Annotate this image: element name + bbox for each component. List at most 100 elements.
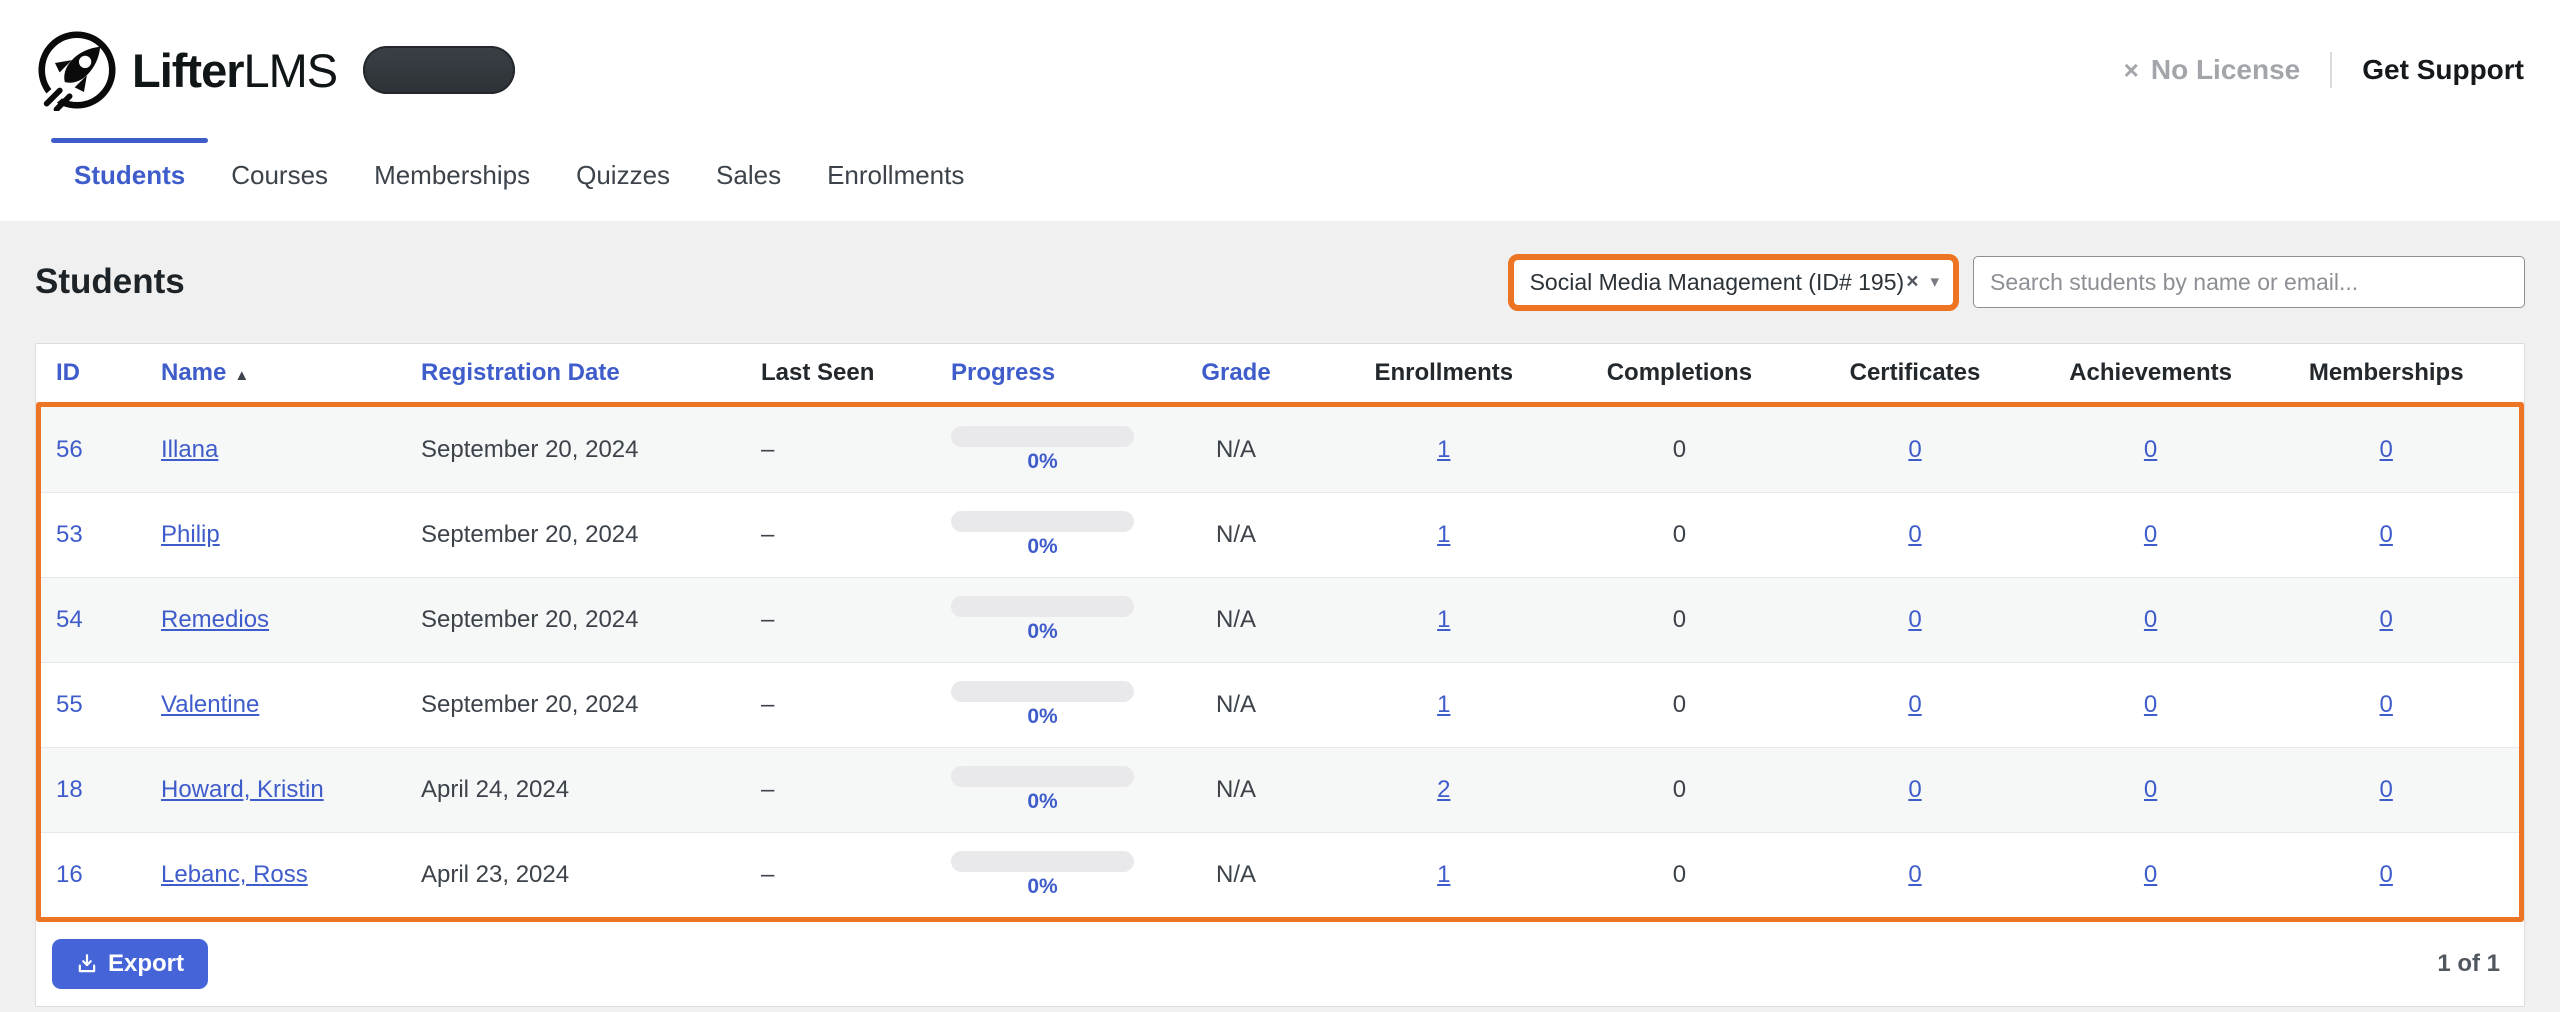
column-header-progress[interactable]: Progress (951, 359, 1146, 387)
enrollments-link[interactable]: 1 (1437, 861, 1450, 888)
column-header-id[interactable]: ID (56, 359, 161, 387)
last-seen-cell: – (761, 776, 951, 804)
certificates-link[interactable]: 0 (1908, 776, 1921, 803)
page-content: Students Social Media Management (ID# 19… (0, 251, 2560, 1007)
student-id-link[interactable]: 56 (56, 436, 83, 463)
progress-percent-label: 0% (1027, 875, 1057, 899)
registration-date-cell: September 20, 2024 (421, 606, 761, 634)
grade-cell: N/A (1146, 691, 1326, 719)
students-table-card: IDName▲Registration DateLast SeenProgres… (35, 343, 2525, 1007)
tab-sales[interactable]: Sales (693, 132, 804, 221)
achievements-link[interactable]: 0 (2144, 691, 2157, 718)
certificates-link[interactable]: 0 (1908, 606, 1921, 633)
student-name-link[interactable]: Lebanc, Ross (161, 861, 308, 888)
completions-cell: 0 (1562, 436, 1798, 464)
certificates-link[interactable]: 0 (1908, 521, 1921, 548)
license-status: × No License (2124, 54, 2301, 86)
memberships-link[interactable]: 0 (2380, 691, 2393, 718)
tab-memberships[interactable]: Memberships (351, 132, 553, 221)
id-cell: 18 (56, 776, 161, 804)
get-support-link[interactable]: Get Support (2362, 54, 2524, 86)
registration-date-cell: September 20, 2024 (421, 691, 761, 719)
achievements-link[interactable]: 0 (2144, 521, 2157, 548)
certificates-link[interactable]: 0 (1908, 436, 1921, 463)
certificates-cell: 0 (1797, 606, 2033, 634)
table-rows-highlighted-region: 56 Illana September 20, 2024 – 0% N/A 1 … (36, 402, 2524, 922)
grade-cell: N/A (1146, 776, 1326, 804)
name-cell: Lebanc, Ross (161, 861, 421, 889)
achievements-cell: 0 (2033, 776, 2269, 804)
certificates-link[interactable]: 0 (1908, 691, 1921, 718)
enrollments-link[interactable]: 1 (1437, 606, 1450, 633)
admin-header: LifterLMS × No License Get Support Stude… (0, 0, 2560, 221)
remove-filter-icon[interactable]: × (1906, 270, 1918, 294)
id-cell: 16 (56, 861, 161, 889)
student-name-link[interactable]: Illana (161, 436, 218, 463)
registration-date-cell: April 23, 2024 (421, 861, 761, 889)
tab-quizzes[interactable]: Quizzes (553, 132, 693, 221)
registration-date-cell: September 20, 2024 (421, 436, 761, 464)
student-name-link[interactable]: Howard, Kristin (161, 776, 324, 803)
achievements-link[interactable]: 0 (2144, 606, 2157, 633)
reporting-nav-tabs: StudentsCoursesMembershipsQuizzesSalesEn… (36, 132, 2524, 221)
brand-name-bold: Lifter (132, 44, 244, 97)
id-cell: 56 (56, 436, 161, 464)
enrollments-link[interactable]: 1 (1437, 521, 1450, 548)
student-id-link[interactable]: 55 (56, 691, 83, 718)
student-id-link[interactable]: 16 (56, 861, 83, 888)
last-seen-cell: – (761, 691, 951, 719)
student-id-link[interactable]: 54 (56, 606, 83, 633)
certificates-cell: 0 (1797, 436, 2033, 464)
achievements-link[interactable]: 0 (2144, 776, 2157, 803)
tab-enrollments[interactable]: Enrollments (804, 132, 987, 221)
memberships-link[interactable]: 0 (2380, 521, 2393, 548)
last-seen-cell: – (761, 606, 951, 634)
id-cell: 55 (56, 691, 161, 719)
column-header-name[interactable]: Name▲ (161, 359, 421, 387)
tab-students[interactable]: Students (51, 132, 208, 221)
memberships-cell: 0 (2268, 606, 2504, 634)
grade-cell: N/A (1146, 436, 1326, 464)
memberships-link[interactable]: 0 (2380, 436, 2393, 463)
certificates-link[interactable]: 0 (1908, 861, 1921, 888)
memberships-link[interactable]: 0 (2380, 606, 2393, 633)
brand-wordmark: LifterLMS (132, 43, 337, 98)
dismiss-license-icon[interactable]: × (2124, 55, 2139, 86)
completions-cell: 0 (1562, 861, 1798, 889)
student-name-link[interactable]: Philip (161, 521, 220, 548)
course-filter-dropdown[interactable]: Social Media Management (ID# 195) × ▾ (1514, 260, 1953, 305)
student-id-link[interactable]: 53 (56, 521, 83, 548)
column-header-grade[interactable]: Grade (1146, 359, 1326, 387)
progress-cell: 0% (951, 681, 1146, 729)
enrollments-link[interactable]: 1 (1437, 691, 1450, 718)
student-id-link[interactable]: 18 (56, 776, 83, 803)
student-search-input[interactable] (1973, 256, 2525, 308)
lifterlms-rocket-logo-icon (36, 29, 118, 111)
table-row: 18 Howard, Kristin April 24, 2024 – 0% N… (41, 747, 2519, 832)
grade-cell: N/A (1146, 861, 1326, 889)
memberships-link[interactable]: 0 (2380, 776, 2393, 803)
student-name-link[interactable]: Valentine (161, 691, 259, 718)
enrollments-link[interactable]: 1 (1437, 436, 1450, 463)
column-header-registration_date[interactable]: Registration Date (421, 359, 761, 387)
enrollments-cell: 1 (1326, 606, 1562, 634)
header-divider (2330, 52, 2332, 88)
achievements-link[interactable]: 0 (2144, 861, 2157, 888)
memberships-cell: 0 (2268, 436, 2504, 464)
achievements-link[interactable]: 0 (2144, 436, 2157, 463)
course-filter-highlight: Social Media Management (ID# 195) × ▾ (1508, 254, 1959, 311)
toolbar: Students Social Media Management (ID# 19… (35, 251, 2525, 313)
memberships-link[interactable]: 0 (2380, 861, 2393, 888)
tab-courses[interactable]: Courses (208, 132, 351, 221)
student-name-link[interactable]: Remedios (161, 606, 269, 633)
column-header-completions: Completions (1562, 359, 1798, 387)
column-header-last_seen: Last Seen (761, 359, 951, 387)
export-button-label: Export (108, 950, 184, 978)
certificates-cell: 0 (1797, 691, 2033, 719)
grade-cell: N/A (1146, 521, 1326, 549)
export-button[interactable]: Export (52, 939, 208, 989)
completions-cell: 0 (1562, 521, 1798, 549)
enrollments-link[interactable]: 2 (1437, 776, 1450, 803)
progress-percent-label: 0% (1027, 705, 1057, 729)
course-filter-value: Social Media Management (ID# 195) (1530, 269, 1905, 296)
